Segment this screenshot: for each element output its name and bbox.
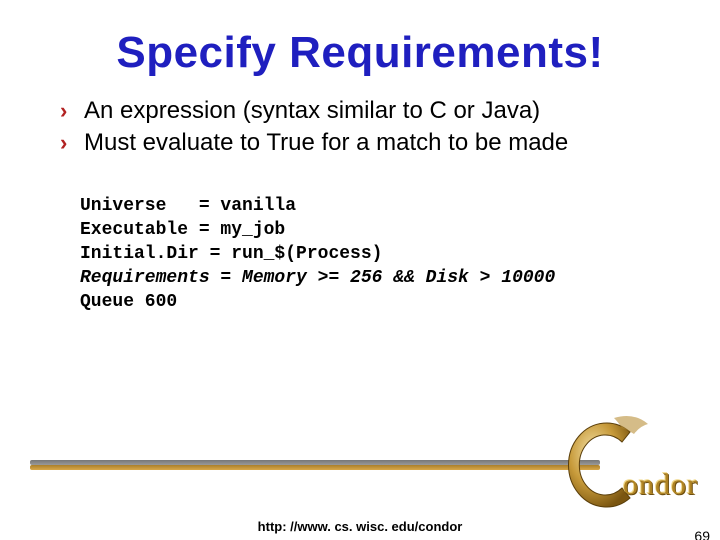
bullet-list: › An expression (syntax similar to C or … <box>60 96 680 158</box>
code-line: Initial.Dir = run_$(Process) <box>80 244 382 264</box>
bullet-text: Must evaluate to True for a match to be … <box>84 128 568 158</box>
bullet-text: An expression (syntax similar to C or Ja… <box>84 96 540 126</box>
footer-url: http: //www. cs. wisc. edu/condor <box>0 519 720 534</box>
logo-c-icon <box>552 410 662 520</box>
chevron-icon: › <box>60 128 84 158</box>
list-item: › Must evaluate to True for a match to b… <box>60 128 680 158</box>
slide-title: Specify Requirements! <box>0 28 720 78</box>
code-line: Queue 600 <box>80 292 177 312</box>
slide: Specify Requirements! › An expression (s… <box>0 28 720 540</box>
code-line: Universe = vanilla <box>80 196 296 216</box>
condor-logo: ondor <box>552 410 702 520</box>
chevron-icon: › <box>60 96 84 126</box>
divider <box>30 460 600 470</box>
page-number: 69 <box>694 528 710 540</box>
logo-text: ondor <box>623 468 698 502</box>
code-block: Universe = vanilla Executable = my_job I… <box>80 194 720 314</box>
code-line-emphasis: Requirements = Memory >= 256 && Disk > 1… <box>80 268 555 288</box>
list-item: › An expression (syntax similar to C or … <box>60 96 680 126</box>
code-line: Executable = my_job <box>80 220 285 240</box>
